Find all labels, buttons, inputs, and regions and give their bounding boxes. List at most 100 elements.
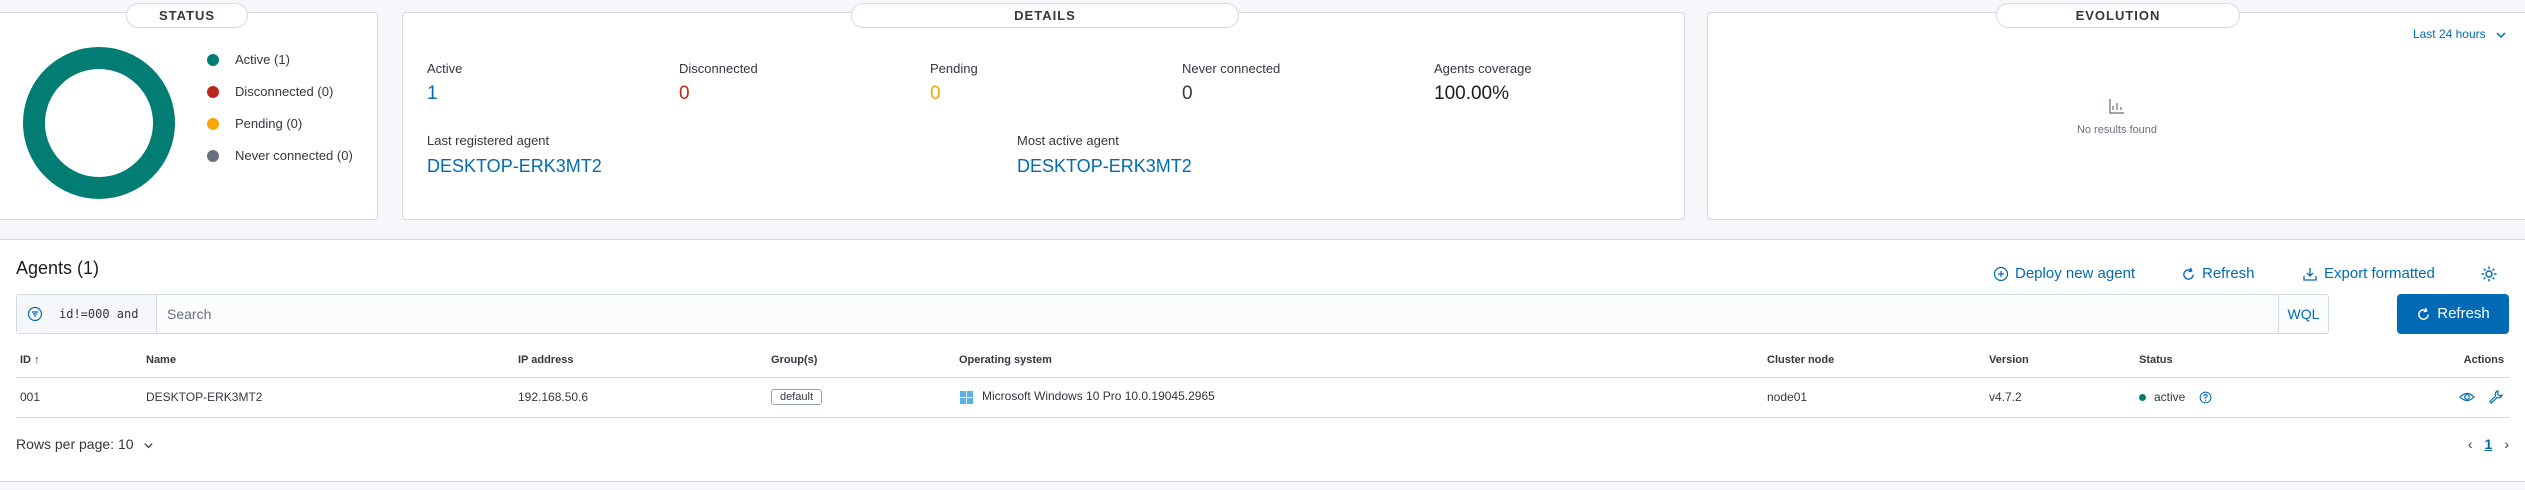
column-header-id[interactable]: ID ↑ <box>16 343 142 378</box>
time-range-picker[interactable]: Last 24 hours <box>2413 27 2507 41</box>
column-label: Status <box>2139 353 2173 366</box>
rows-per-page-label: Rows per page: 10 <box>16 436 134 452</box>
os-label: Microsoft Windows 10 Pro 10.0.19045.2965 <box>982 389 1215 404</box>
eye-icon[interactable] <box>2458 389 2475 405</box>
plus-circle-icon <box>1993 266 2009 282</box>
disconnected-dot-icon <box>207 85 219 98</box>
last-registered-agent-link[interactable]: DESKTOP-ERK3MT2 <box>427 156 602 177</box>
refresh-link-button[interactable]: Refresh <box>2181 265 2255 282</box>
column-header-groups: Group(s) <box>767 343 955 378</box>
search-bar: id!=000 and WQL <box>16 294 2329 334</box>
legend-label: Never connected (0) <box>235 148 353 163</box>
last-registered-label: Last registered agent <box>427 133 550 148</box>
legend-item-disconnected[interactable]: Disconnected (0) <box>207 83 333 101</box>
most-active-agent-link[interactable]: DESKTOP-ERK3MT2 <box>1017 156 1192 177</box>
column-header-cluster-node[interactable]: Cluster node <box>1763 343 1985 378</box>
agents-heading: Agents (1) <box>16 258 100 278</box>
sort-up-icon: ↑ <box>34 353 40 366</box>
stat-active: Active 1 <box>427 61 462 105</box>
last-registered-agent: Last registered agent DESKTOP-ERK3MT2 <box>427 133 602 177</box>
stat-label: Pending <box>930 61 978 76</box>
refresh-icon <box>2183 267 2194 280</box>
column-header-os[interactable]: Operating system <box>955 343 1763 378</box>
stat-value[interactable]: 0 <box>1182 83 1280 105</box>
status-donut-chart <box>23 47 175 199</box>
wql-button[interactable]: WQL <box>2278 295 2328 333</box>
chevron-down-icon <box>2496 32 2506 38</box>
table-header-row: ID ↑ Name IP address Group(s) Operating … <box>16 343 2510 378</box>
page-number[interactable]: 1 <box>2485 436 2493 452</box>
next-page-icon[interactable]: › <box>2504 436 2509 452</box>
details-panel: DETAILS Active 1 Disconnected 0 Pending … <box>402 3 1685 220</box>
group-badge[interactable]: default <box>771 389 823 405</box>
status-panel: STATUS Active (1) Disconnected (0) Pendi… <box>0 3 378 220</box>
cell-actions <box>2415 377 2510 418</box>
legend-item-never-connected[interactable]: Never connected (0) <box>207 147 353 165</box>
column-label: Actions <box>2463 353 2504 366</box>
cell-status: active <box>2135 377 2415 418</box>
column-label: Group(s) <box>771 353 818 366</box>
cell-ip: 192.168.50.6 <box>514 377 767 418</box>
column-label: IP address <box>518 353 574 366</box>
pending-dot-icon <box>207 117 219 130</box>
stat-label: Agents coverage <box>1434 61 1532 76</box>
column-header-actions: Actions <box>2415 343 2510 378</box>
column-label: ID <box>20 353 31 366</box>
previous-page-icon[interactable]: ‹ <box>2468 436 2473 452</box>
column-header-name[interactable]: Name <box>142 343 514 378</box>
active-dot-icon <box>207 53 219 66</box>
most-active-label: Most active agent <box>1017 133 1119 148</box>
help-icon[interactable] <box>2199 391 2212 404</box>
column-label: Cluster node <box>1767 353 1835 366</box>
details-title: DETAILS <box>851 3 1239 28</box>
column-label: Operating system <box>959 353 1052 366</box>
column-header-version[interactable]: Version <box>1985 343 2135 378</box>
stat-value[interactable]: 1 <box>427 83 462 105</box>
stat-value[interactable]: 0 <box>930 83 978 105</box>
legend-item-pending[interactable]: Pending (0) <box>207 115 302 133</box>
column-label: Name <box>146 353 176 366</box>
no-results: No results found <box>2008 97 2226 136</box>
stat-pending: Pending 0 <box>930 61 978 105</box>
status-label: active <box>2154 389 2186 404</box>
rows-per-page-selector[interactable]: Rows per page: 10 <box>16 436 154 452</box>
table-row[interactable]: 001 DESKTOP-ERK3MT2 192.168.50.6 default… <box>16 377 2510 418</box>
no-results-text: No results found <box>2076 124 2158 136</box>
stat-label: Never connected <box>1182 61 1281 76</box>
search-query-text: id!=000 and <box>59 307 139 321</box>
pagination: ‹ 1 › <box>2468 436 2509 452</box>
cell-groups: default <box>767 377 955 418</box>
gear-icon[interactable] <box>2480 265 2498 283</box>
most-active-agent: Most active agent DESKTOP-ERK3MT2 <box>1017 133 1192 177</box>
column-header-ip[interactable]: IP address <box>514 343 767 378</box>
evolution-title: EVOLUTION <box>1996 3 2240 28</box>
export-formatted-button[interactable]: Export formatted <box>2302 265 2435 282</box>
evolution-panel: EVOLUTION Last 24 hours No results found <box>1707 3 2525 220</box>
stat-never-connected: Never connected 0 <box>1182 61 1280 105</box>
never-connected-dot-icon <box>207 149 219 162</box>
stat-value: 100.00% <box>1434 83 1510 104</box>
refresh-link-label: Refresh <box>2202 265 2255 282</box>
wrench-icon[interactable] <box>2488 389 2504 405</box>
deploy-new-agent-button[interactable]: Deploy new agent <box>1993 265 2135 282</box>
cell-os: Microsoft Windows 10 Pro 10.0.19045.2965 <box>955 377 1763 418</box>
status-title: STATUS <box>126 3 248 28</box>
refresh-button[interactable]: Refresh <box>2397 294 2509 334</box>
search-input[interactable] <box>167 295 2267 333</box>
column-label: Version <box>1989 353 2029 366</box>
legend-label: Active (1) <box>235 52 290 67</box>
stat-label: Active <box>427 61 463 76</box>
legend-item-active[interactable]: Active (1) <box>207 51 290 69</box>
stat-agents-coverage: Agents coverage 100.00% <box>1434 61 1532 105</box>
agents-panel: Agents (1) Deploy new agent Refresh Expo… <box>0 239 2525 482</box>
stat-value[interactable]: 0 <box>679 83 758 105</box>
chevron-down-icon <box>144 443 154 449</box>
column-header-status[interactable]: Status <box>2135 343 2415 378</box>
refresh-icon <box>2418 307 2430 320</box>
agents-table: ID ↑ Name IP address Group(s) Operating … <box>16 343 2510 418</box>
legend-label: Disconnected (0) <box>235 84 334 99</box>
stat-disconnected: Disconnected 0 <box>679 61 758 105</box>
time-range-label: Last 24 hours <box>2412 27 2486 41</box>
filter-icon <box>27 306 43 322</box>
search-query-prefix[interactable]: id!=000 and <box>17 295 157 333</box>
